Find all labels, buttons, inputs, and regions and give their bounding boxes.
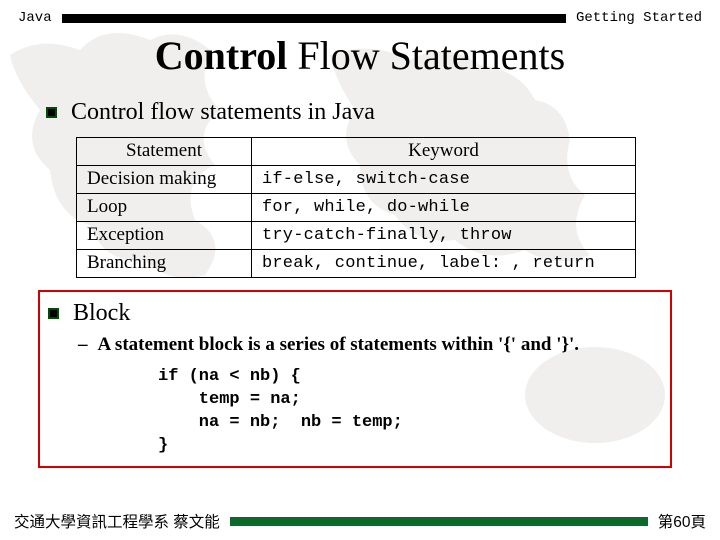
title-strong: Control <box>155 33 288 78</box>
dash-icon: – <box>78 334 88 356</box>
header-row: Java Getting Started <box>0 0 720 26</box>
bullet-icon <box>46 107 57 118</box>
code-block: if (na < nb) { temp = na; na = nb; nb = … <box>158 366 662 458</box>
th-statement: Statement <box>77 138 252 166</box>
footer-right: 第60頁 <box>658 510 706 532</box>
slide-body: Control flow statements in Java Statemen… <box>0 97 720 468</box>
td-exception-kw: try-catch-finally, throw <box>252 222 636 250</box>
footer-row: 交通大學資訊工程學系 蔡文能 第60頁 <box>0 510 720 532</box>
td-branching-kw: break, continue, label: , return <box>252 250 636 278</box>
slide: Java Getting Started Control Flow Statem… <box>0 0 720 540</box>
bullet-2: Block <box>48 298 662 328</box>
td-loop: Loop <box>77 194 252 222</box>
header-left: Java <box>18 10 52 26</box>
th-keyword: Keyword <box>252 138 636 166</box>
td-loop-kw: for, while, do-while <box>252 194 636 222</box>
footer-left: 交通大學資訊工程學系 蔡文能 <box>14 510 220 532</box>
sub-text: A statement block is a series of stateme… <box>98 334 580 356</box>
statements-table: Statement Keyword Decision making if-els… <box>76 137 636 278</box>
slide-title: Control Flow Statements <box>0 26 720 93</box>
td-exception: Exception <box>77 222 252 250</box>
bullet-icon <box>48 308 59 319</box>
td-decision: Decision making <box>77 166 252 194</box>
bullet-1-text: Control flow statements in Java <box>71 97 375 127</box>
bullet-1: Control flow statements in Java <box>46 97 674 127</box>
title-rest: Flow Statements <box>287 33 565 78</box>
highlight-box: Block – A statement block is a series of… <box>38 290 672 468</box>
td-branching: Branching <box>77 250 252 278</box>
bullet-2-text: Block <box>73 298 130 328</box>
sub-bullet: – A statement block is a series of state… <box>78 334 662 356</box>
header-right: Getting Started <box>576 10 702 26</box>
td-decision-kw: if-else, switch-case <box>252 166 636 194</box>
footer-divider <box>230 517 648 526</box>
header-divider <box>62 14 566 23</box>
